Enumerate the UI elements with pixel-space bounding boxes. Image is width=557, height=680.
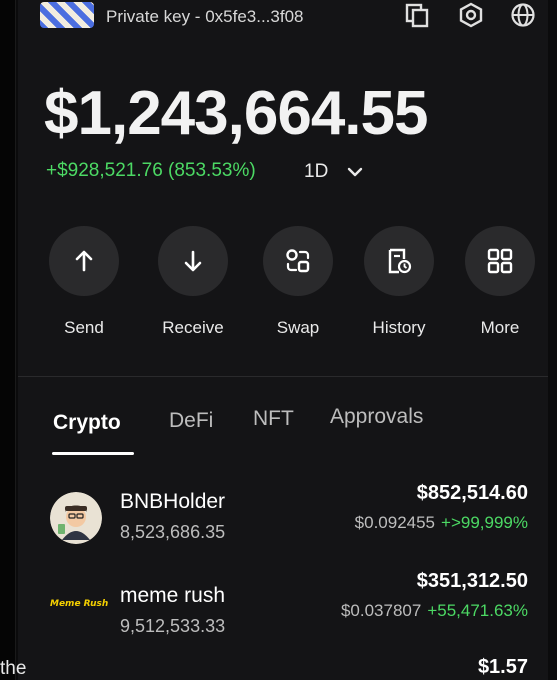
copy-icon[interactable]	[404, 2, 430, 28]
background-window-text: the	[0, 658, 27, 679]
send-button[interactable]: Send	[42, 226, 126, 338]
history-button-circle[interactable]	[364, 226, 434, 296]
token-value: $351,312.50	[416, 570, 528, 592]
token-row[interactable]: BNBHolder 8,523,686.35 $852,514.60 $0.09…	[40, 480, 540, 550]
token-price: $0.092455	[354, 513, 436, 532]
token-change: +55,471.63%	[427, 601, 528, 620]
swap-icon	[286, 249, 310, 273]
period-selector[interactable]: 1D	[304, 161, 328, 183]
tab-defi[interactable]: DeFi	[169, 409, 213, 433]
tab-crypto[interactable]: Crypto	[53, 411, 121, 435]
token-value: $1.57	[477, 656, 528, 678]
active-tab-indicator	[52, 452, 134, 455]
token-logo-bnbholder	[50, 492, 102, 544]
send-label: Send	[64, 318, 104, 337]
token-row[interactable]: $1.57	[40, 648, 540, 678]
chevron-down-icon[interactable]	[346, 165, 364, 179]
history-label: History	[372, 318, 426, 337]
more-button[interactable]: More	[458, 226, 542, 338]
balance-change: +$928,521.76 (853.53%)	[46, 160, 256, 181]
settings-hex-icon[interactable]	[458, 2, 484, 28]
account-avatar[interactable]	[40, 2, 94, 28]
token-name: BNBHolder	[120, 490, 226, 513]
grid-icon	[487, 248, 513, 274]
section-divider	[18, 376, 548, 377]
globe-icon[interactable]	[510, 2, 536, 28]
history-button[interactable]: History	[357, 226, 441, 338]
receive-button-circle[interactable]	[158, 226, 228, 296]
wallet-header: Private key - 0x5fe3...3f08	[40, 0, 550, 40]
swap-label: Swap	[276, 318, 320, 337]
token-price: $0.037807	[340, 601, 422, 620]
account-label[interactable]: Private key - 0x5fe3...3f08	[106, 7, 304, 27]
screen: Private key - 0x5fe3...3f08 $1,243,664.5…	[0, 0, 557, 680]
arrow-up-icon	[75, 250, 93, 272]
token-value: $852,514.60	[416, 482, 528, 504]
token-name: meme rush	[120, 584, 226, 607]
token-row[interactable]: Meme Rush meme rush 9,512,533.33 $351,31…	[40, 568, 540, 638]
logo-wordmark: Meme Rush	[50, 599, 108, 609]
more-label: More	[480, 318, 520, 337]
token-price-line: $0.092455 +>99,999%	[355, 513, 528, 533]
background-window-strip	[0, 0, 16, 680]
token-logo-meme-rush: Meme Rush	[50, 599, 108, 609]
swap-button[interactable]: Swap	[256, 226, 340, 338]
send-button-circle[interactable]	[49, 226, 119, 296]
history-icon	[388, 248, 412, 274]
total-balance: $1,243,664.55	[44, 79, 428, 148]
tab-approvals[interactable]: Approvals	[330, 405, 423, 429]
token-price-line: $0.037807 +55,471.63%	[341, 601, 528, 621]
swap-button-circle[interactable]	[263, 226, 333, 296]
arrow-down-icon	[184, 250, 202, 272]
token-amount: 9,512,533.33	[120, 616, 226, 636]
receive-label: Receive	[162, 318, 224, 337]
token-change: +>99,999%	[441, 513, 528, 532]
receive-button[interactable]: Receive	[151, 226, 235, 338]
tab-nft[interactable]: NFT	[253, 407, 294, 431]
more-button-circle[interactable]	[465, 226, 535, 296]
token-amount: 8,523,686.35	[120, 522, 226, 542]
